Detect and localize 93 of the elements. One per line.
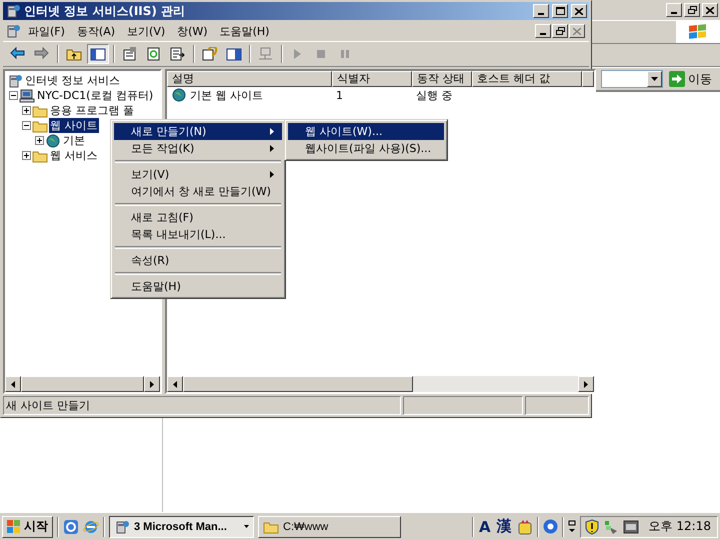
- folder-icon: [32, 148, 48, 162]
- horizontal-scrollbar[interactable]: [5, 376, 160, 392]
- status-text: 새 사이트 만들기: [3, 396, 401, 415]
- taskbar-button[interactable]: 3 Microsoft Man...: [109, 516, 254, 538]
- column-header[interactable]: 식별자: [332, 71, 412, 87]
- table-cell: 실행 중: [416, 88, 452, 102]
- ime-indicator[interactable]: 漢: [496, 517, 513, 536]
- pane-icon[interactable]: [226, 47, 242, 61]
- close-icon: [575, 8, 583, 14]
- menu-item[interactable]: 새로 만들기(N): [114, 123, 282, 140]
- caret-icon: [244, 525, 249, 528]
- close-button[interactable]: [702, 3, 718, 17]
- address-field[interactable]: [601, 70, 663, 88]
- app-icon: [5, 24, 21, 38]
- menu-item[interactable]: 도움말(H): [214, 22, 274, 40]
- scroll-right-icon[interactable]: [150, 380, 154, 388]
- tree-item[interactable]: 웹 사이트: [49, 118, 98, 133]
- monitor-icon[interactable]: [622, 520, 639, 534]
- close-button[interactable]: [571, 4, 587, 18]
- refresh-icon[interactable]: [146, 47, 162, 61]
- start-button[interactable]: 시작: [2, 516, 53, 538]
- tree-item[interactable]: 응용 프로그램 풀: [49, 103, 135, 118]
- menu-item[interactable]: 도움말(H): [114, 278, 282, 295]
- menu-item[interactable]: 목록 내보내기(L)...: [114, 226, 282, 243]
- caret-icon: [651, 77, 658, 81]
- collapse-icon[interactable]: [9, 91, 18, 100]
- close-icon: [706, 6, 714, 14]
- menu-item[interactable]: 웹 사이트(W)...: [288, 123, 444, 140]
- scroll-left-icon[interactable]: [173, 380, 177, 388]
- maximize-button[interactable]: [552, 4, 568, 18]
- column-header[interactable]: 호스트 헤더 값: [472, 71, 582, 87]
- minimize-button[interactable]: [666, 3, 682, 17]
- expand-icon[interactable]: [22, 106, 31, 115]
- maximize-icon: [556, 7, 564, 15]
- menu-item[interactable]: 보기(V): [114, 166, 282, 183]
- computer-icon: [19, 88, 35, 102]
- menu-item[interactable]: 파일(F): [23, 22, 70, 40]
- flag-icon: [688, 23, 708, 41]
- flag-icon: [7, 520, 21, 533]
- pane-icon[interactable]: [90, 47, 106, 61]
- tree-item[interactable]: NYC-DC1(로컬 컴퓨터): [36, 88, 154, 103]
- close-icon: [573, 28, 581, 34]
- tree-item[interactable]: 기본: [62, 133, 86, 148]
- back-icon[interactable]: [10, 47, 26, 61]
- menu-item[interactable]: 웹사이트(파일 사용)(S)...: [288, 140, 444, 157]
- folder-icon: [32, 104, 48, 118]
- horizontal-scrollbar[interactable]: [167, 376, 594, 392]
- app-icon: [114, 520, 130, 534]
- expand-icon[interactable]: [35, 136, 44, 145]
- restore-icon: [556, 27, 564, 35]
- ime-indicator[interactable]: A: [478, 518, 492, 536]
- folder-up-icon[interactable]: [66, 47, 82, 61]
- menu-item[interactable]: 새로 고침(F): [114, 209, 282, 226]
- tree-item[interactable]: 인터넷 정보 서비스: [24, 73, 121, 88]
- table-cell: 1: [336, 88, 343, 102]
- go-button[interactable]: 이동: [667, 70, 714, 88]
- table-cell: 기본 웹 사이트: [190, 88, 263, 102]
- column-header[interactable]: 설명: [167, 71, 332, 87]
- shield-icon[interactable]: [584, 518, 599, 534]
- collapse-icon[interactable]: [22, 121, 31, 130]
- column-header[interactable]: [582, 71, 594, 87]
- minimize-button[interactable]: [533, 4, 549, 18]
- globe-icon: [45, 134, 61, 148]
- export-icon[interactable]: [170, 47, 186, 61]
- status-panel: [525, 396, 589, 415]
- folder-icon: [32, 118, 48, 132]
- dropdown-button[interactable]: [647, 71, 662, 87]
- column-header[interactable]: 동작 상태: [412, 71, 472, 87]
- app-icon: [5, 4, 21, 18]
- restore-button[interactable]: [552, 24, 568, 38]
- window-title: 인터넷 정보 서비스(IIS) 관리: [24, 2, 186, 20]
- restore-button[interactable]: [684, 3, 700, 17]
- expand-icon[interactable]: [22, 151, 31, 160]
- restore-icon: [688, 6, 696, 14]
- menu-item[interactable]: 여기에서 창 새로 만들기(W): [114, 183, 282, 200]
- scroll-left-icon[interactable]: [11, 380, 15, 388]
- menu-item[interactable]: 속성(R): [114, 252, 282, 269]
- taskbar-button[interactable]: C:₩www: [258, 516, 401, 538]
- menu-item[interactable]: 동작(A): [72, 22, 120, 40]
- menu-item[interactable]: 보기(V): [122, 22, 170, 40]
- tree-item[interactable]: 웹 서비스: [49, 148, 98, 163]
- server-icon: [7, 74, 23, 88]
- globe-icon: [171, 88, 187, 102]
- minimize-button[interactable]: [535, 24, 551, 38]
- scroll-right-icon[interactable]: [584, 380, 588, 388]
- forward-icon[interactable]: [34, 47, 50, 61]
- close-button[interactable]: [569, 24, 585, 38]
- clock: 오후 12:18: [648, 518, 711, 535]
- menu-item[interactable]: 모든 작업(K): [114, 140, 282, 157]
- menu-item[interactable]: 창(W): [172, 22, 213, 40]
- folder-icon: [263, 520, 279, 534]
- browser-icon[interactable]: [83, 518, 99, 534]
- properties-icon[interactable]: [122, 47, 138, 61]
